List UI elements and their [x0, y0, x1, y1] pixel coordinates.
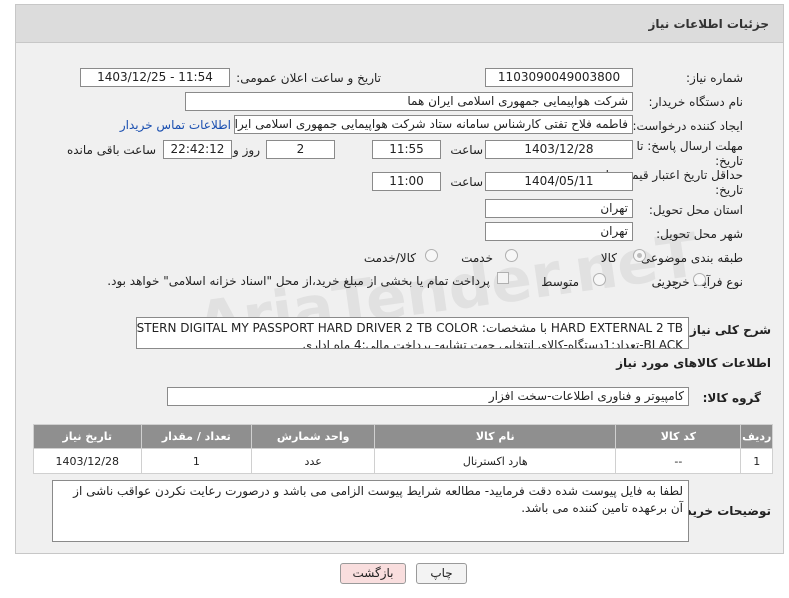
col-quantity: تعداد / مقدار — [140, 424, 253, 449]
treasury-payment-note: پرداخت تمام یا بخشی از مبلغ خرید،از محل … — [107, 274, 490, 288]
category-option-both: کالا/خدمت — [363, 251, 416, 265]
category-label: طبقه بندی موضوعی: — [636, 251, 743, 265]
creator-label: ایجاد کننده درخواست: — [632, 119, 743, 133]
goods-group-label: گروه کالا: — [702, 391, 761, 405]
purchase-option-medium: متوسط — [541, 275, 579, 289]
purchase-option-minor: جزیی — [651, 275, 679, 289]
buyer-notes-box: لطفا به فایل پیوست شده دقت فرمایید- مطال… — [52, 480, 689, 542]
cell-quantity: 1 — [140, 448, 253, 474]
cell-need-date: 1403/12/28 — [33, 448, 142, 474]
cell-code: -- — [615, 448, 742, 474]
buyer-notes-text: لطفا به فایل پیوست شده دقت فرمایید- مطال… — [73, 484, 683, 515]
purchase-radio-medium[interactable] — [593, 273, 606, 286]
goods-group-field: کامپیوتر و فناوری اطلاعات-سخت افزار — [167, 387, 689, 406]
announce-field: 1403/12/25 - 11:54 — [80, 68, 230, 87]
col-unit: واحد شمارش — [251, 424, 376, 449]
buyer-org-label: نام دستگاه خریدار: — [648, 95, 744, 109]
category-radio-goods[interactable] — [633, 249, 646, 262]
cell-unit: عدد — [251, 448, 376, 474]
validity-time-field: 11:00 — [372, 172, 441, 191]
announce-label: تاریخ و ساعت اعلان عمومی: — [236, 71, 381, 85]
page-title: جزئیات اطلاعات نیاز — [648, 17, 769, 31]
days-remaining-field: 2 — [266, 140, 335, 159]
reply-time-label: ساعت — [450, 143, 483, 157]
validity-date-field: 1404/05/11 — [485, 172, 633, 191]
price-validity-label-2: تاریخ: — [715, 183, 743, 197]
reply-deadline-label-2: تاریخ: — [715, 154, 743, 168]
reply-deadline-label: مهلت ارسال پاسخ: تا — [636, 139, 743, 153]
need-number-label: شماره نیاز: — [686, 71, 743, 85]
reply-time-field: 11:55 — [372, 140, 441, 159]
category-radio-service[interactable] — [505, 249, 518, 262]
remaining-time-field: 22:42:12 — [163, 140, 232, 159]
description-box: HARD EXTERNAL 2 TB با مشخصات: WESTERN DI… — [136, 317, 689, 349]
days-label: روز و — [233, 143, 260, 157]
remaining-time-label: ساعت باقی مانده — [66, 143, 156, 157]
description-label: شرح کلی نیاز: — [685, 323, 771, 337]
treasury-payment-checkbox[interactable] — [497, 272, 509, 284]
city-field: تهران — [485, 222, 633, 241]
category-option-goods: کالا — [600, 251, 617, 265]
col-name: نام کالا — [374, 424, 617, 449]
col-code: کد کالا — [615, 424, 742, 449]
city-label: شهر محل تحویل: — [656, 227, 743, 241]
reply-date-field: 1403/12/28 — [485, 140, 633, 159]
purchase-radio-minor[interactable] — [693, 273, 706, 286]
table-row: 1 -- هارد اکسترنال عدد 1 1403/12/28 — [33, 448, 773, 474]
description-line-1: HARD EXTERNAL 2 TB با مشخصات: WESTERN DI… — [136, 321, 683, 335]
description-line-2: BLACK-تعداد:1دستگاه-کالای انتخابی جهت تش… — [302, 338, 683, 349]
col-row: ردیف — [740, 424, 773, 449]
buyer-contact-link[interactable]: اطلاعات تماس خریدار — [120, 118, 231, 132]
panel-header: جزئیات اطلاعات نیاز — [16, 5, 783, 43]
items-table: ردیف کد کالا نام کالا واحد شمارش تعداد /… — [33, 424, 773, 474]
cell-name: هارد اکسترنال — [374, 448, 617, 474]
province-label: استان محل تحویل: — [648, 203, 743, 217]
col-need-date: تاریخ نیاز — [33, 424, 142, 449]
items-table-header: ردیف کد کالا نام کالا واحد شمارش تعداد /… — [33, 424, 773, 449]
category-option-service: خدمت — [461, 251, 493, 265]
province-field: تهران — [485, 199, 633, 218]
creator-field: فاطمه فلاح تفتی کارشناس سامانه ستاد شرکت… — [234, 115, 633, 134]
cell-row: 1 — [740, 448, 773, 474]
validity-time-label: ساعت — [450, 175, 483, 189]
back-button[interactable]: بازگشت — [340, 563, 406, 584]
need-number-field: 1103090049003800 — [485, 68, 633, 87]
category-radio-both[interactable] — [425, 249, 438, 262]
goods-info-title: اطلاعات کالاهای مورد نیاز — [616, 356, 771, 370]
print-button[interactable]: چاپ — [416, 563, 467, 584]
buyer-org-field: شرکت هواپیمایی جمهوری اسلامی ایران هما — [185, 92, 633, 111]
